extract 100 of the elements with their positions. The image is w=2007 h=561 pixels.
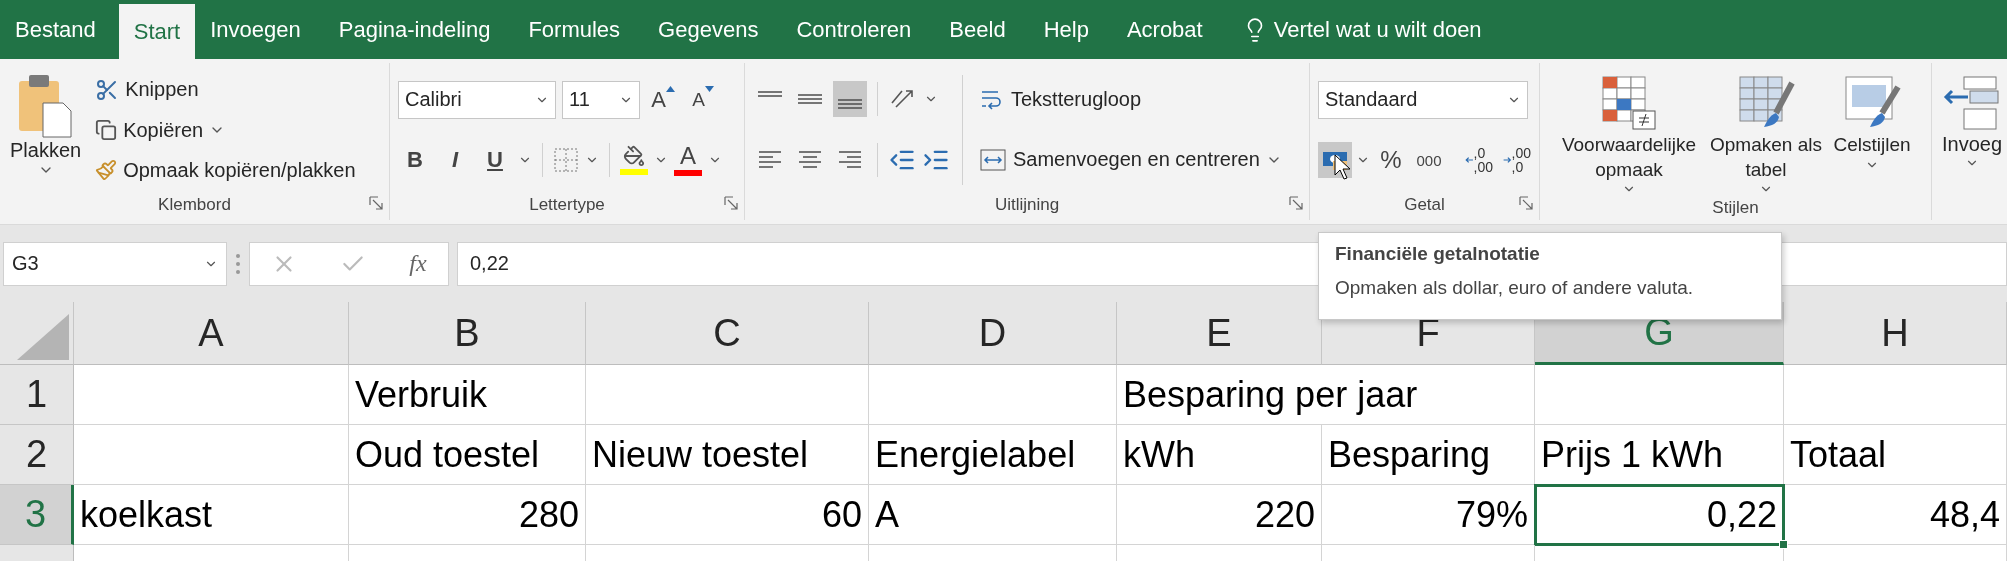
style-button[interactable]: Opmaken als tabel	[1710, 69, 1822, 197]
table-cell[interactable]: koelkast	[74, 485, 349, 545]
clipboard-icon	[16, 73, 75, 139]
row-header[interactable]: 1	[0, 365, 74, 425]
copy-button[interactable]: Kopiëren	[91, 115, 360, 145]
ribbon-tab[interactable]: Controleren	[781, 0, 927, 59]
table-cell[interactable]	[869, 365, 1117, 425]
group-label: Lettertype	[529, 194, 605, 216]
dialog-launcher-icon[interactable]	[369, 196, 383, 210]
insert-button[interactable]: Invoeg	[1940, 69, 2004, 174]
group-label: Uitlijning	[994, 194, 1060, 216]
ribbon-tab[interactable]: Gegevens	[643, 0, 774, 59]
number-format-field[interactable]: Standaard	[1318, 80, 1528, 119]
cut-button[interactable]: Knippen	[91, 74, 360, 105]
table-cell[interactable]: Nieuw toestel	[586, 425, 869, 485]
ribbon-tab[interactable]: Formules	[513, 0, 636, 59]
column-header[interactable]: A	[74, 302, 349, 365]
table-cell[interactable]: Besparing	[1322, 425, 1535, 485]
table-cell[interactable]: 280	[349, 485, 586, 545]
row-header[interactable]: 2	[0, 425, 74, 485]
italic-button[interactable]: I	[438, 142, 472, 179]
cell-text: 79%	[1455, 493, 1528, 536]
table-cell[interactable]: Prijs 1 kWh	[1535, 425, 1784, 485]
table-cell[interactable]: Besparing per jaar	[1117, 365, 1535, 425]
table-cell[interactable]: Totaal	[1784, 425, 2007, 485]
ribbon-tab[interactable]: Invoegen	[195, 0, 316, 59]
paint-bucket-icon	[623, 145, 645, 168]
font-size-field[interactable]: 11	[562, 80, 640, 119]
drag-handle-icon[interactable]	[235, 251, 241, 276]
dialog-launcher-icon[interactable]	[724, 196, 738, 210]
cell-text: 48,4	[1929, 493, 2000, 536]
table-cell[interactable]: A	[869, 485, 1117, 545]
cell-text: kWh	[1123, 433, 1195, 476]
align-icon	[759, 150, 781, 169]
grow-font-button[interactable]: A	[646, 81, 680, 118]
align-icon	[799, 150, 821, 169]
cell-text: Prijs 1 kWh	[1541, 433, 1724, 476]
bold-button[interactable]: B	[398, 142, 432, 179]
merge-center-button[interactable]: Samenvoegen en centreren	[975, 143, 1286, 176]
tooltip-title: Financiële getalnotatie	[1335, 243, 1541, 265]
decrease-decimal-button[interactable]: ,00 ,0	[1500, 142, 1534, 179]
down-triangle-icon	[704, 85, 714, 92]
copy-icon	[95, 119, 118, 141]
font-name-field[interactable]: Calibri	[398, 80, 556, 119]
ribbon-tab[interactable]: Beeld	[934, 0, 1021, 59]
cell-text: 220	[1254, 493, 1315, 536]
table-cell[interactable]	[74, 425, 349, 485]
paste-button[interactable]: Plakken	[8, 69, 84, 190]
vertical-align-button[interactable]	[833, 81, 867, 118]
ribbon-tab[interactable]: Acrobat	[1111, 0, 1218, 59]
row-header[interactable]: 3	[0, 485, 74, 545]
table-cell[interactable]: kWh	[1117, 425, 1322, 485]
fill-handle[interactable]	[1779, 540, 1788, 549]
tell-me-search[interactable]: Vertel wat u wilt doen	[1273, 16, 1482, 43]
table-cell[interactable]: 48,4	[1784, 485, 2007, 545]
align-icon	[758, 90, 782, 98]
align-icon	[838, 98, 862, 110]
merge-cells-icon	[979, 146, 1007, 173]
paintbrush-icon	[95, 159, 118, 181]
shrink-font-button[interactable]: A	[686, 81, 720, 118]
table-cell[interactable]: 60	[586, 485, 869, 545]
table-cell[interactable]	[1535, 365, 1784, 425]
table-cell[interactable]	[1784, 365, 2007, 425]
column-header[interactable]: H	[1784, 302, 2007, 365]
column-header[interactable]: B	[349, 302, 586, 365]
underline-button[interactable]: U	[478, 142, 512, 179]
mouse-pointer-icon	[1334, 154, 1352, 181]
table-cell[interactable]	[74, 365, 349, 425]
table-cell[interactable]: 0,22	[1535, 485, 1784, 545]
table-cell[interactable]: Oud toestel	[349, 425, 586, 485]
wrap-text-button[interactable]: Tekstterugloop	[975, 83, 1286, 116]
style-button[interactable]: Celstijlen	[1822, 69, 1922, 197]
table-cell[interactable]	[586, 365, 869, 425]
thousands-separator-button[interactable]: 000	[1412, 142, 1446, 179]
cell-text: Verbruik	[355, 373, 488, 416]
ribbon-tab[interactable]: Bestand	[0, 0, 111, 59]
table-cell[interactable]: 220	[1117, 485, 1322, 545]
table-cell[interactable]: Verbruik	[349, 365, 586, 425]
insert-function-button[interactable]: fx	[409, 250, 427, 277]
ribbon-tab[interactable]: Start	[118, 4, 196, 59]
ribbon-tab[interactable]: Pagina-indeling	[323, 0, 506, 59]
column-header[interactable]: C	[586, 302, 869, 365]
font-color-button[interactable]: A	[674, 144, 702, 177]
dialog-launcher-icon[interactable]	[1289, 196, 1303, 210]
increase-decimal-button[interactable]: ,0 ,00	[1462, 142, 1496, 179]
style-button[interactable]: Voorwaardelijke opmaak	[1548, 69, 1710, 197]
table-cell[interactable]: 79%	[1322, 485, 1535, 545]
accounting-format-button[interactable]	[1318, 142, 1352, 179]
fill-color-button[interactable]	[620, 145, 648, 176]
table-cell[interactable]: Energielabel	[869, 425, 1117, 485]
ribbon-tab[interactable]: Help	[1028, 0, 1104, 59]
cell-text: Nieuw toestel	[592, 433, 809, 476]
name-box[interactable]: G3	[3, 241, 227, 286]
percent-button[interactable]: %	[1374, 142, 1408, 179]
column-header[interactable]: D	[869, 302, 1117, 365]
cell-text: 60	[821, 493, 862, 536]
dialog-launcher-icon[interactable]	[1519, 196, 1533, 210]
up-triangle-icon	[665, 85, 675, 92]
format-painter-button[interactable]: Opmaak kopiëren/plakken	[91, 155, 360, 185]
align-icon	[839, 150, 861, 169]
